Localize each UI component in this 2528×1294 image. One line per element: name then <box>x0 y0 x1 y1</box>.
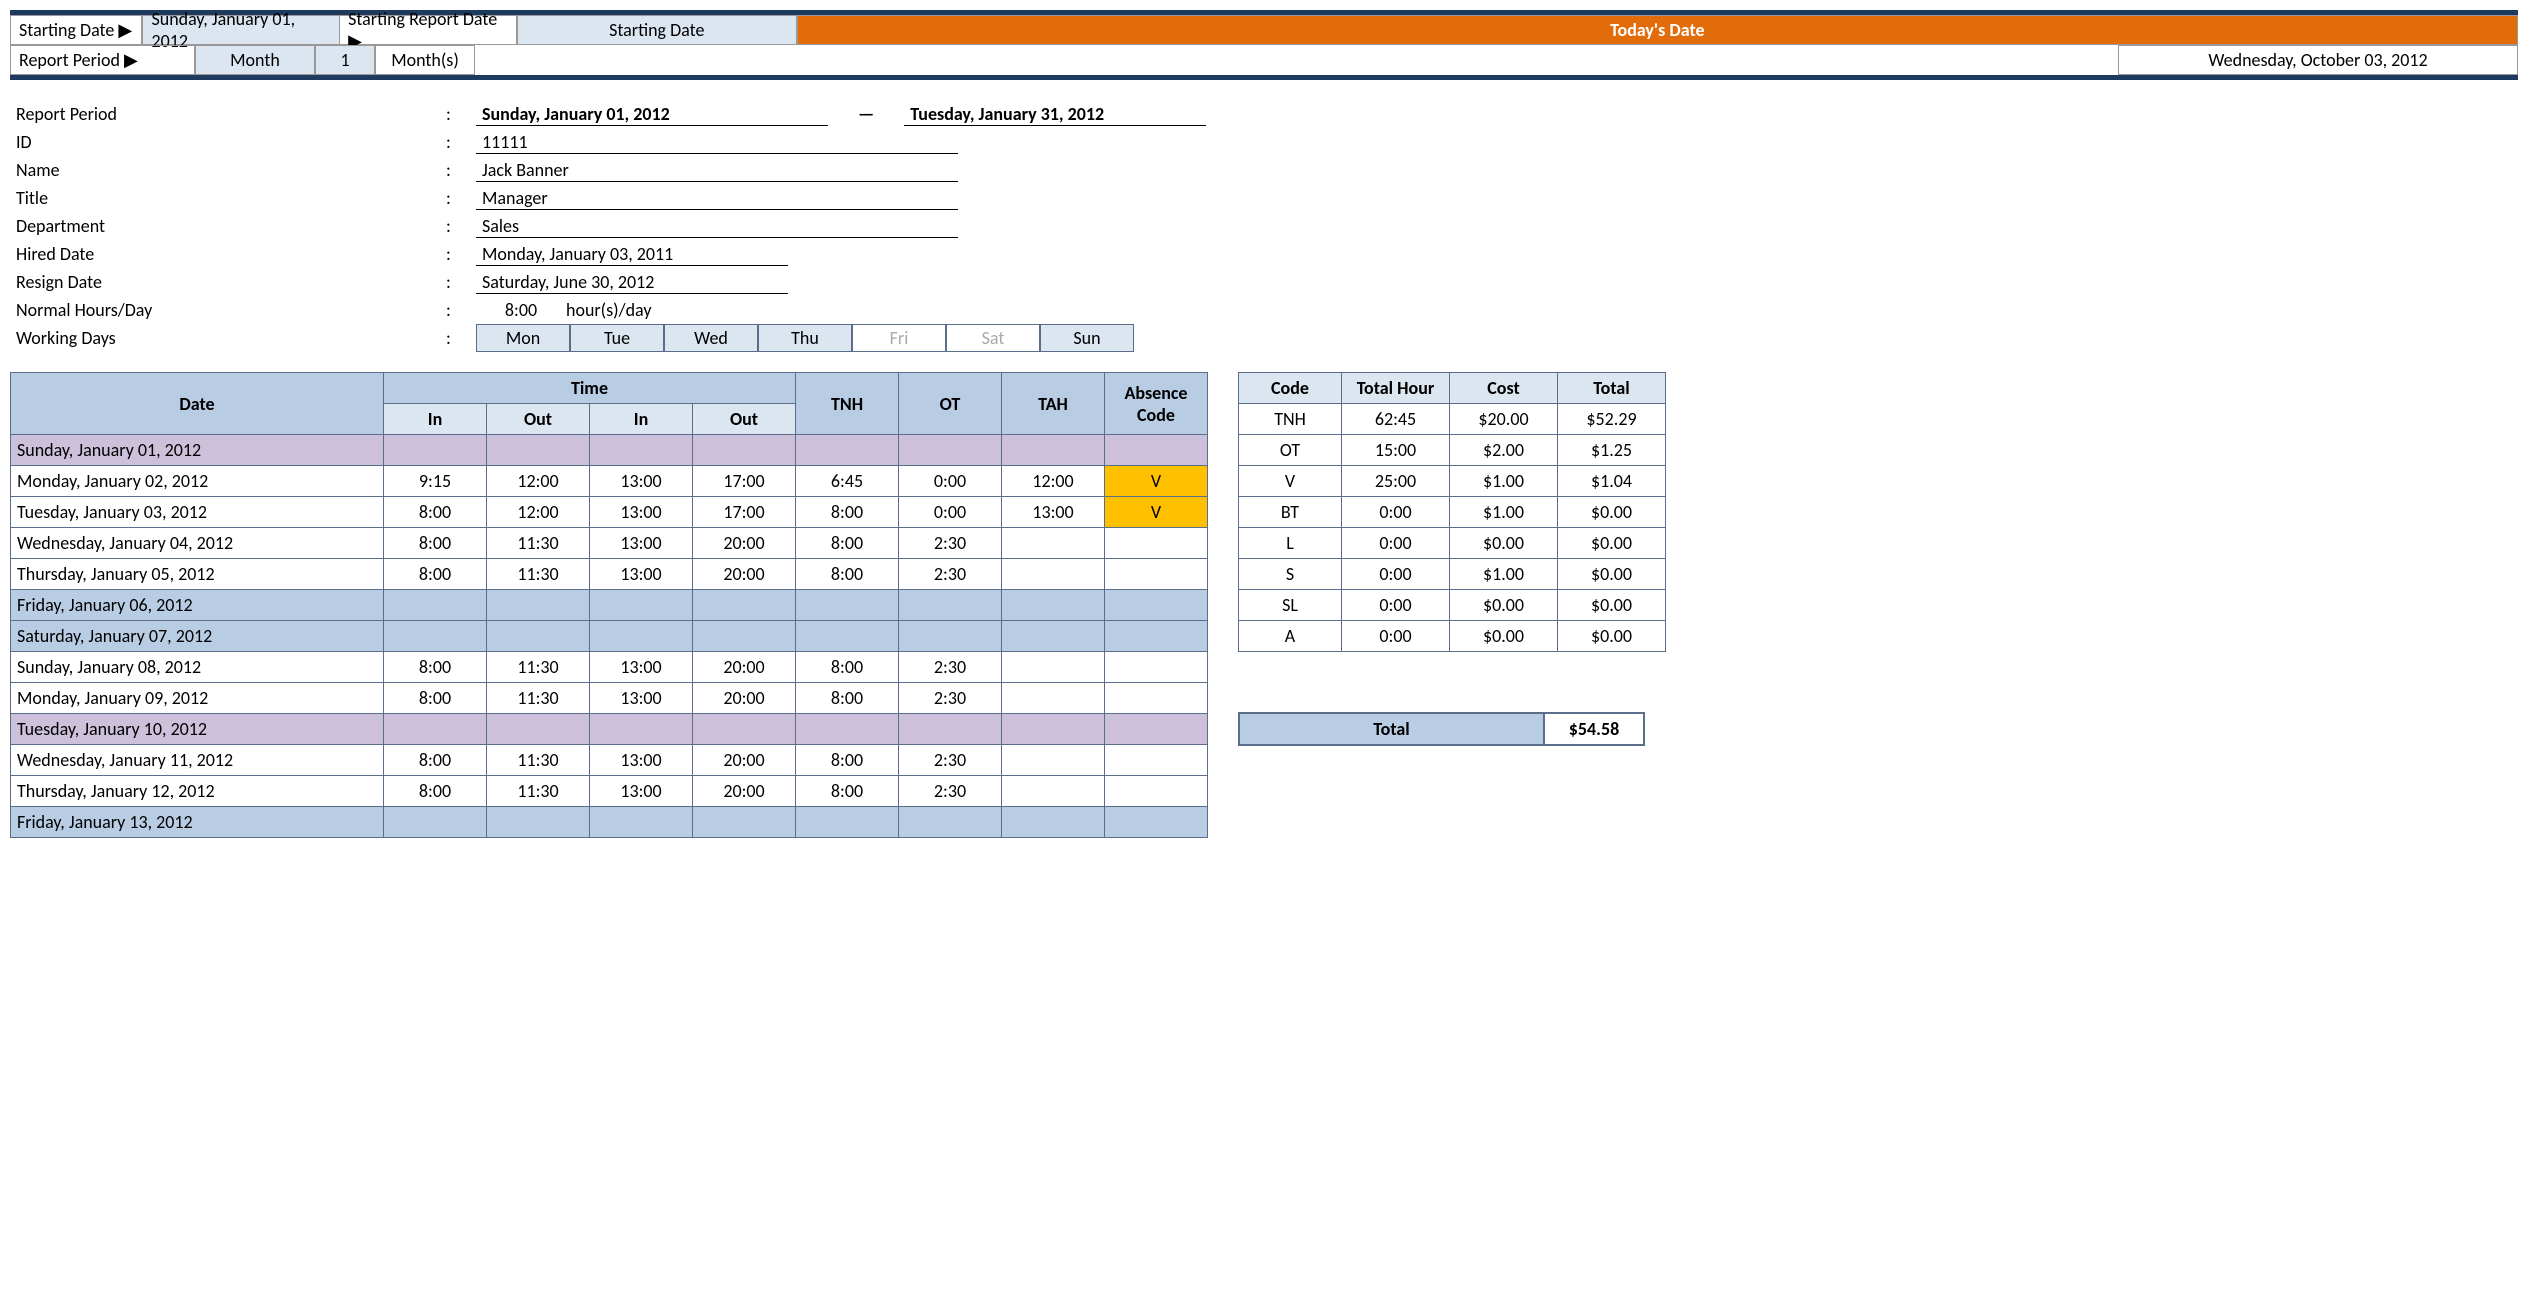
table-row: Sunday, January 01, 2012 <box>11 435 1208 466</box>
report-start: Sunday, January 01, 2012 <box>476 103 828 126</box>
starting-report-date-label: Starting Report Date ▶ <box>340 15 517 45</box>
day-sat[interactable]: Sat <box>946 324 1040 352</box>
report-period-label: Report Period ▶ <box>10 45 195 75</box>
table-row: Saturday, January 07, 2012 <box>11 621 1208 652</box>
today-date-header: Today's Date <box>797 15 2518 45</box>
hired-date: Monday, January 03, 2011 <box>476 243 788 266</box>
grand-total: Total $54.58 <box>1238 712 1666 746</box>
period-units: Month(s) <box>375 45 475 75</box>
employee-name: Jack Banner <box>476 159 958 182</box>
table-row: Tuesday, January 10, 2012 <box>11 714 1208 745</box>
info-hired-label: Hired Date <box>10 243 446 265</box>
summary-row: TNH62:45$20.00$52.29 <box>1239 404 1666 435</box>
summary-row: V25:00$1.00$1.04 <box>1239 466 1666 497</box>
summary-row: SL0:00$0.00$0.00 <box>1239 590 1666 621</box>
period-unit[interactable]: Month <box>195 45 315 75</box>
col-out2: Out <box>693 404 796 435</box>
info-report-period-label: Report Period <box>10 103 446 125</box>
summary-row: L0:00$0.00$0.00 <box>1239 528 1666 559</box>
col-in1: In <box>384 404 487 435</box>
grand-total-label: Total <box>1238 712 1545 746</box>
col-total-hour: Total Hour <box>1342 373 1450 404</box>
summary-row: OT15:00$2.00$1.25 <box>1239 435 1666 466</box>
employee-info: Report Period : Sunday, January 01, 2012… <box>10 100 2518 352</box>
report-end: Tuesday, January 31, 2012 <box>904 103 1206 126</box>
day-sun[interactable]: Sun <box>1040 324 1134 352</box>
dash-icon: — <box>828 103 904 125</box>
employee-dept: Sales <box>476 215 958 238</box>
resign-date: Saturday, June 30, 2012 <box>476 271 788 294</box>
info-hours-label: Normal Hours/Day <box>10 299 446 321</box>
normal-hours: 8:00 <box>476 299 566 321</box>
starting-date-value[interactable]: Sunday, January 01, 2012 <box>142 15 340 45</box>
info-title-label: Title <box>10 187 446 209</box>
info-name-label: Name <box>10 159 446 181</box>
info-resign-label: Resign Date <box>10 271 446 293</box>
table-row: Thursday, January 12, 20128:0011:3013:00… <box>11 776 1208 807</box>
hours-unit: hour(s)/day <box>566 299 651 321</box>
day-wed[interactable]: Wed <box>664 324 758 352</box>
info-working-label: Working Days <box>10 327 446 349</box>
table-row: Thursday, January 05, 20128:0011:3013:00… <box>11 559 1208 590</box>
day-thu[interactable]: Thu <box>758 324 852 352</box>
col-absence: Absence Code <box>1105 373 1208 435</box>
col-cost: Cost <box>1450 373 1558 404</box>
col-date: Date <box>11 373 384 435</box>
table-row: Friday, January 13, 2012 <box>11 807 1208 838</box>
today-date-value: Wednesday, October 03, 2012 <box>2118 45 2518 75</box>
table-row: Friday, January 06, 2012 <box>11 590 1208 621</box>
header-bar: Starting Date ▶ Sunday, January 01, 2012… <box>10 10 2518 80</box>
employee-title: Manager <box>476 187 958 210</box>
col-time: Time <box>384 373 796 404</box>
employee-id: 11111 <box>476 131 958 154</box>
col-code: Code <box>1239 373 1342 404</box>
starting-date-label: Starting Date ▶ <box>10 15 142 45</box>
starting-report-value[interactable]: Starting Date <box>517 15 797 45</box>
table-row: Sunday, January 08, 20128:0011:3013:0020… <box>11 652 1208 683</box>
period-count[interactable]: 1 <box>315 45 375 75</box>
day-fri[interactable]: Fri <box>852 324 946 352</box>
table-row: Monday, January 02, 20129:1512:0013:0017… <box>11 466 1208 497</box>
col-out1: Out <box>487 404 590 435</box>
col-total: Total <box>1558 373 1666 404</box>
grand-total-value: $54.58 <box>1545 712 1645 746</box>
summary-row: A0:00$0.00$0.00 <box>1239 621 1666 652</box>
col-tnh: TNH <box>796 373 899 435</box>
table-row: Wednesday, January 11, 20128:0011:3013:0… <box>11 745 1208 776</box>
working-days: MonTueWedThuFriSatSun <box>476 324 1134 352</box>
summary-table: Code Total Hour Cost Total TNH62:45$20.0… <box>1238 372 1666 652</box>
timesheet-table: Date Time TNH OT TAH Absence Code In Out… <box>10 372 1208 838</box>
summary-row: BT0:00$1.00$0.00 <box>1239 497 1666 528</box>
summary-row: S0:00$1.00$0.00 <box>1239 559 1666 590</box>
col-ot: OT <box>899 373 1002 435</box>
table-row: Tuesday, January 03, 20128:0012:0013:001… <box>11 497 1208 528</box>
table-row: Wednesday, January 04, 20128:0011:3013:0… <box>11 528 1208 559</box>
info-dept-label: Department <box>10 215 446 237</box>
info-id-label: ID <box>10 131 446 153</box>
table-row: Monday, January 09, 20128:0011:3013:0020… <box>11 683 1208 714</box>
col-in2: In <box>590 404 693 435</box>
day-tue[interactable]: Tue <box>570 324 664 352</box>
day-mon[interactable]: Mon <box>476 324 570 352</box>
col-tah: TAH <box>1002 373 1105 435</box>
